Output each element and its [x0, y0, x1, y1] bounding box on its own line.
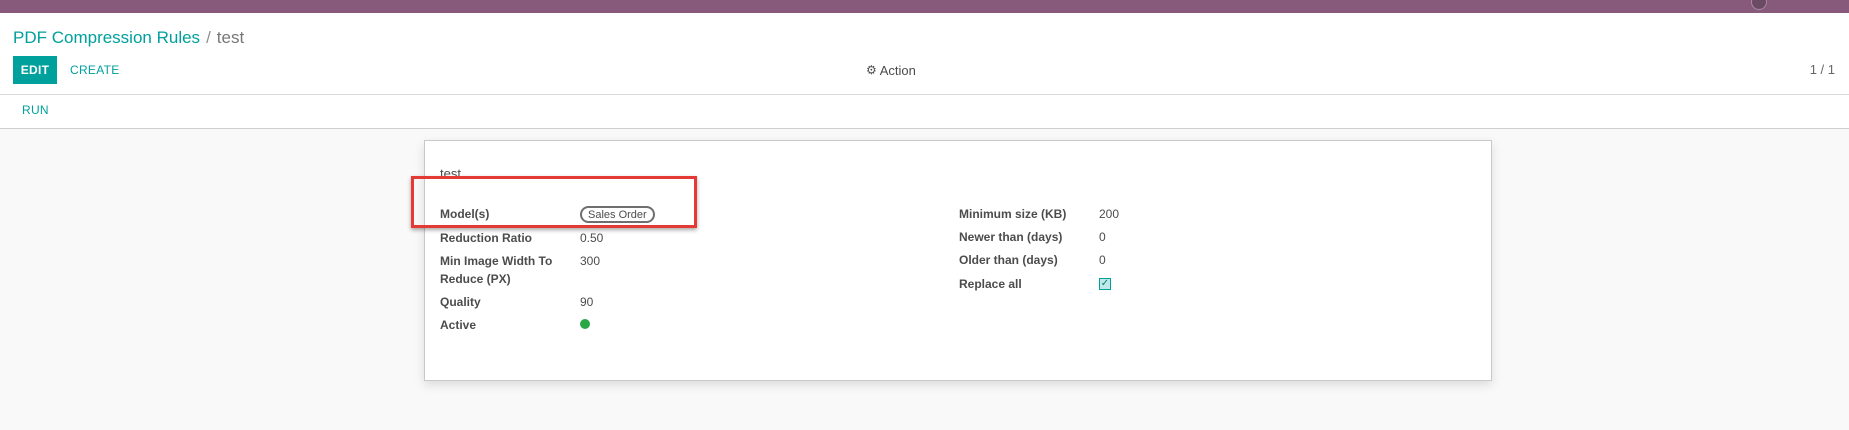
user-avatar[interactable]	[1751, 0, 1767, 10]
pager-value[interactable]: 1 / 1	[1810, 62, 1835, 77]
action-menu-label: Action	[879, 62, 916, 78]
field-label-reduction-ratio: Reduction Ratio	[440, 231, 532, 245]
field-value-minimum-size[interactable]: 200	[1099, 205, 1119, 223]
form-statusbar: RUN	[0, 95, 1849, 129]
active-status-dot-icon[interactable]	[580, 319, 590, 329]
field-label-min-image-width: Min Image Width To Reduce (PX)	[440, 254, 553, 286]
field-label-newer-than: Newer than (days)	[959, 230, 1063, 244]
control-panel: PDF Compression Rules / test EDIT CREATE ⚙…	[0, 13, 1849, 95]
field-label-older-than: Older than (days)	[959, 253, 1058, 267]
field-label-active: Active	[440, 318, 477, 332]
field-value-min-image-width[interactable]: 300	[580, 252, 600, 270]
field-label-replace-all: Replace all	[959, 277, 1022, 291]
field-value-newer-than[interactable]: 0	[1099, 228, 1106, 246]
field-label-minimum-size: Minimum size (KB)	[959, 207, 1067, 221]
create-button[interactable]: CREATE	[66, 56, 124, 84]
field-value-reduction-ratio[interactable]: 0.50	[580, 229, 603, 247]
action-menu-button[interactable]: ⚙ Action	[866, 59, 916, 81]
breadcrumb: PDF Compression Rules / test	[13, 27, 244, 49]
field-value-quality[interactable]: 90	[580, 293, 593, 311]
replace-all-checkbox[interactable]: ✓	[1099, 278, 1111, 290]
field-value-older-than[interactable]: 0	[1099, 251, 1106, 269]
breadcrumb-current: test	[216, 28, 245, 47]
breadcrumb-parent-link[interactable]: PDF Compression Rules	[13, 28, 200, 47]
annotation-highlight-box	[411, 176, 697, 228]
gear-icon: ⚙	[866, 63, 877, 77]
checkbox-checked-icon: ✓	[1100, 278, 1110, 289]
field-label-quality: Quality	[440, 295, 481, 309]
top-navbar	[0, 0, 1849, 13]
breadcrumb-separator: /	[206, 28, 211, 47]
run-button[interactable]: RUN	[22, 103, 49, 117]
edit-button[interactable]: EDIT	[13, 56, 57, 84]
